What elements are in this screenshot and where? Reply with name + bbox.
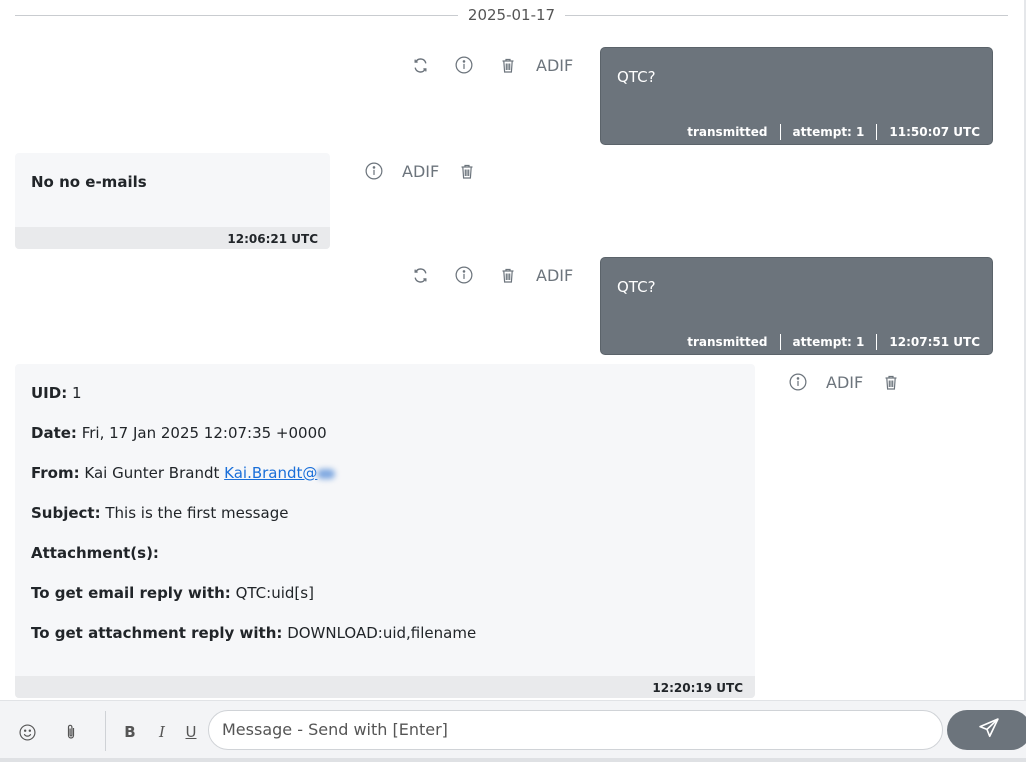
underline-button[interactable]: U	[176, 717, 206, 747]
info-icon[interactable]	[776, 367, 820, 397]
incoming-message: No no e-mails 12:06:21 UTC	[15, 153, 330, 249]
attachments-label: Attachment(s):	[31, 544, 159, 562]
message-text: No no e-mails	[31, 173, 147, 191]
divider	[105, 711, 106, 751]
reply-email-row: To get email reply with: QTC:uid[s]	[31, 584, 314, 602]
message-actions: ADIF	[776, 367, 913, 397]
timestamp: 12:07:51 UTC	[889, 335, 980, 349]
date-label: 2025-01-17	[467, 6, 556, 24]
attachments-row: Attachment(s):	[31, 544, 159, 562]
status-label: transmitted	[687, 335, 768, 349]
status-label: transmitted	[687, 125, 768, 139]
message-actions: ADIF	[398, 260, 579, 290]
timestamp: 12:06:21 UTC	[15, 227, 330, 249]
outgoing-message: QTC? transmitted attempt: 1 11:50:07 UTC	[600, 47, 993, 145]
info-icon[interactable]	[442, 50, 486, 80]
message-text: QTC?	[617, 278, 656, 296]
message-input[interactable]: Message - Send with [Enter]	[208, 710, 943, 750]
send-icon	[978, 717, 1000, 744]
date-row: Date: Fri, 17 Jan 2025 12:07:35 +0000	[31, 424, 327, 442]
from-label: From:	[31, 464, 80, 482]
adif-button[interactable]: ADIF	[530, 266, 579, 285]
info-icon[interactable]	[442, 260, 486, 290]
info-icon[interactable]	[352, 156, 396, 186]
trash-icon[interactable]	[486, 260, 530, 290]
chat-area[interactable]: 2025-01-17 ADIF QTC? transmitted attempt…	[0, 0, 1026, 700]
refresh-icon[interactable]	[398, 50, 442, 80]
smile-icon[interactable]	[12, 717, 42, 747]
incoming-email-message: UID: 1 Date: Fri, 17 Jan 2025 12:07:35 +…	[15, 364, 755, 698]
window-bottom-bar	[0, 758, 1026, 762]
bold-button[interactable]: B	[115, 717, 145, 747]
date-label: Date:	[31, 424, 77, 442]
attempt-label: attempt: 1	[792, 335, 865, 349]
adif-button[interactable]: ADIF	[820, 373, 869, 392]
timestamp: 12:20:19 UTC	[15, 676, 755, 698]
attempt-label: attempt: 1	[792, 125, 865, 139]
reply-email-label: To get email reply with:	[31, 584, 231, 602]
divider	[876, 124, 878, 140]
trash-icon[interactable]	[486, 50, 530, 80]
uid-row: UID: 1	[31, 384, 82, 402]
divider	[15, 14, 458, 16]
from-email-link[interactable]: Kai.Brandt@	[224, 464, 317, 482]
subject-value: This is the first message	[105, 504, 289, 522]
message-composer: B I U Message - Send with [Enter]	[0, 700, 1026, 762]
timestamp: 11:50:07 UTC	[889, 125, 980, 139]
divider	[876, 334, 878, 350]
divider	[779, 334, 781, 350]
italic-button[interactable]: I	[147, 717, 177, 747]
date-separator: 2025-01-17	[15, 6, 1008, 24]
from-row: From: Kai Gunter Brandt Kai.Brandt@	[31, 464, 336, 482]
trash-icon[interactable]	[869, 367, 913, 397]
adif-button[interactable]: ADIF	[530, 56, 579, 75]
message-actions: ADIF	[352, 156, 489, 186]
divider	[565, 14, 1008, 16]
reply-attachment-value: DOWNLOAD:uid,filename	[287, 624, 477, 642]
trash-icon[interactable]	[445, 156, 489, 186]
message-actions: ADIF	[398, 50, 579, 80]
paperclip-icon[interactable]	[56, 717, 86, 747]
subject-label: Subject:	[31, 504, 101, 522]
refresh-icon[interactable]	[398, 260, 442, 290]
redacted-blur	[317, 468, 336, 479]
subject-row: Subject: This is the first message	[31, 504, 288, 522]
uid-label: UID:	[31, 384, 68, 402]
from-name: Kai Gunter Brandt	[84, 464, 220, 482]
message-meta: transmitted attempt: 1 11:50:07 UTC	[687, 124, 980, 140]
outgoing-message: QTC? transmitted attempt: 1 12:07:51 UTC	[600, 257, 993, 355]
divider	[779, 124, 781, 140]
reply-attachment-label: To get attachment reply with:	[31, 624, 283, 642]
date-value: Fri, 17 Jan 2025 12:07:35 +0000	[81, 424, 327, 442]
reply-email-value: QTC:uid[s]	[235, 584, 314, 602]
uid-value: 1	[72, 384, 82, 402]
message-meta: transmitted attempt: 1 12:07:51 UTC	[687, 334, 980, 350]
reply-attachment-row: To get attachment reply with: DOWNLOAD:u…	[31, 624, 476, 642]
send-button[interactable]	[947, 710, 1026, 750]
message-text: QTC?	[617, 68, 656, 86]
adif-button[interactable]: ADIF	[396, 162, 445, 181]
